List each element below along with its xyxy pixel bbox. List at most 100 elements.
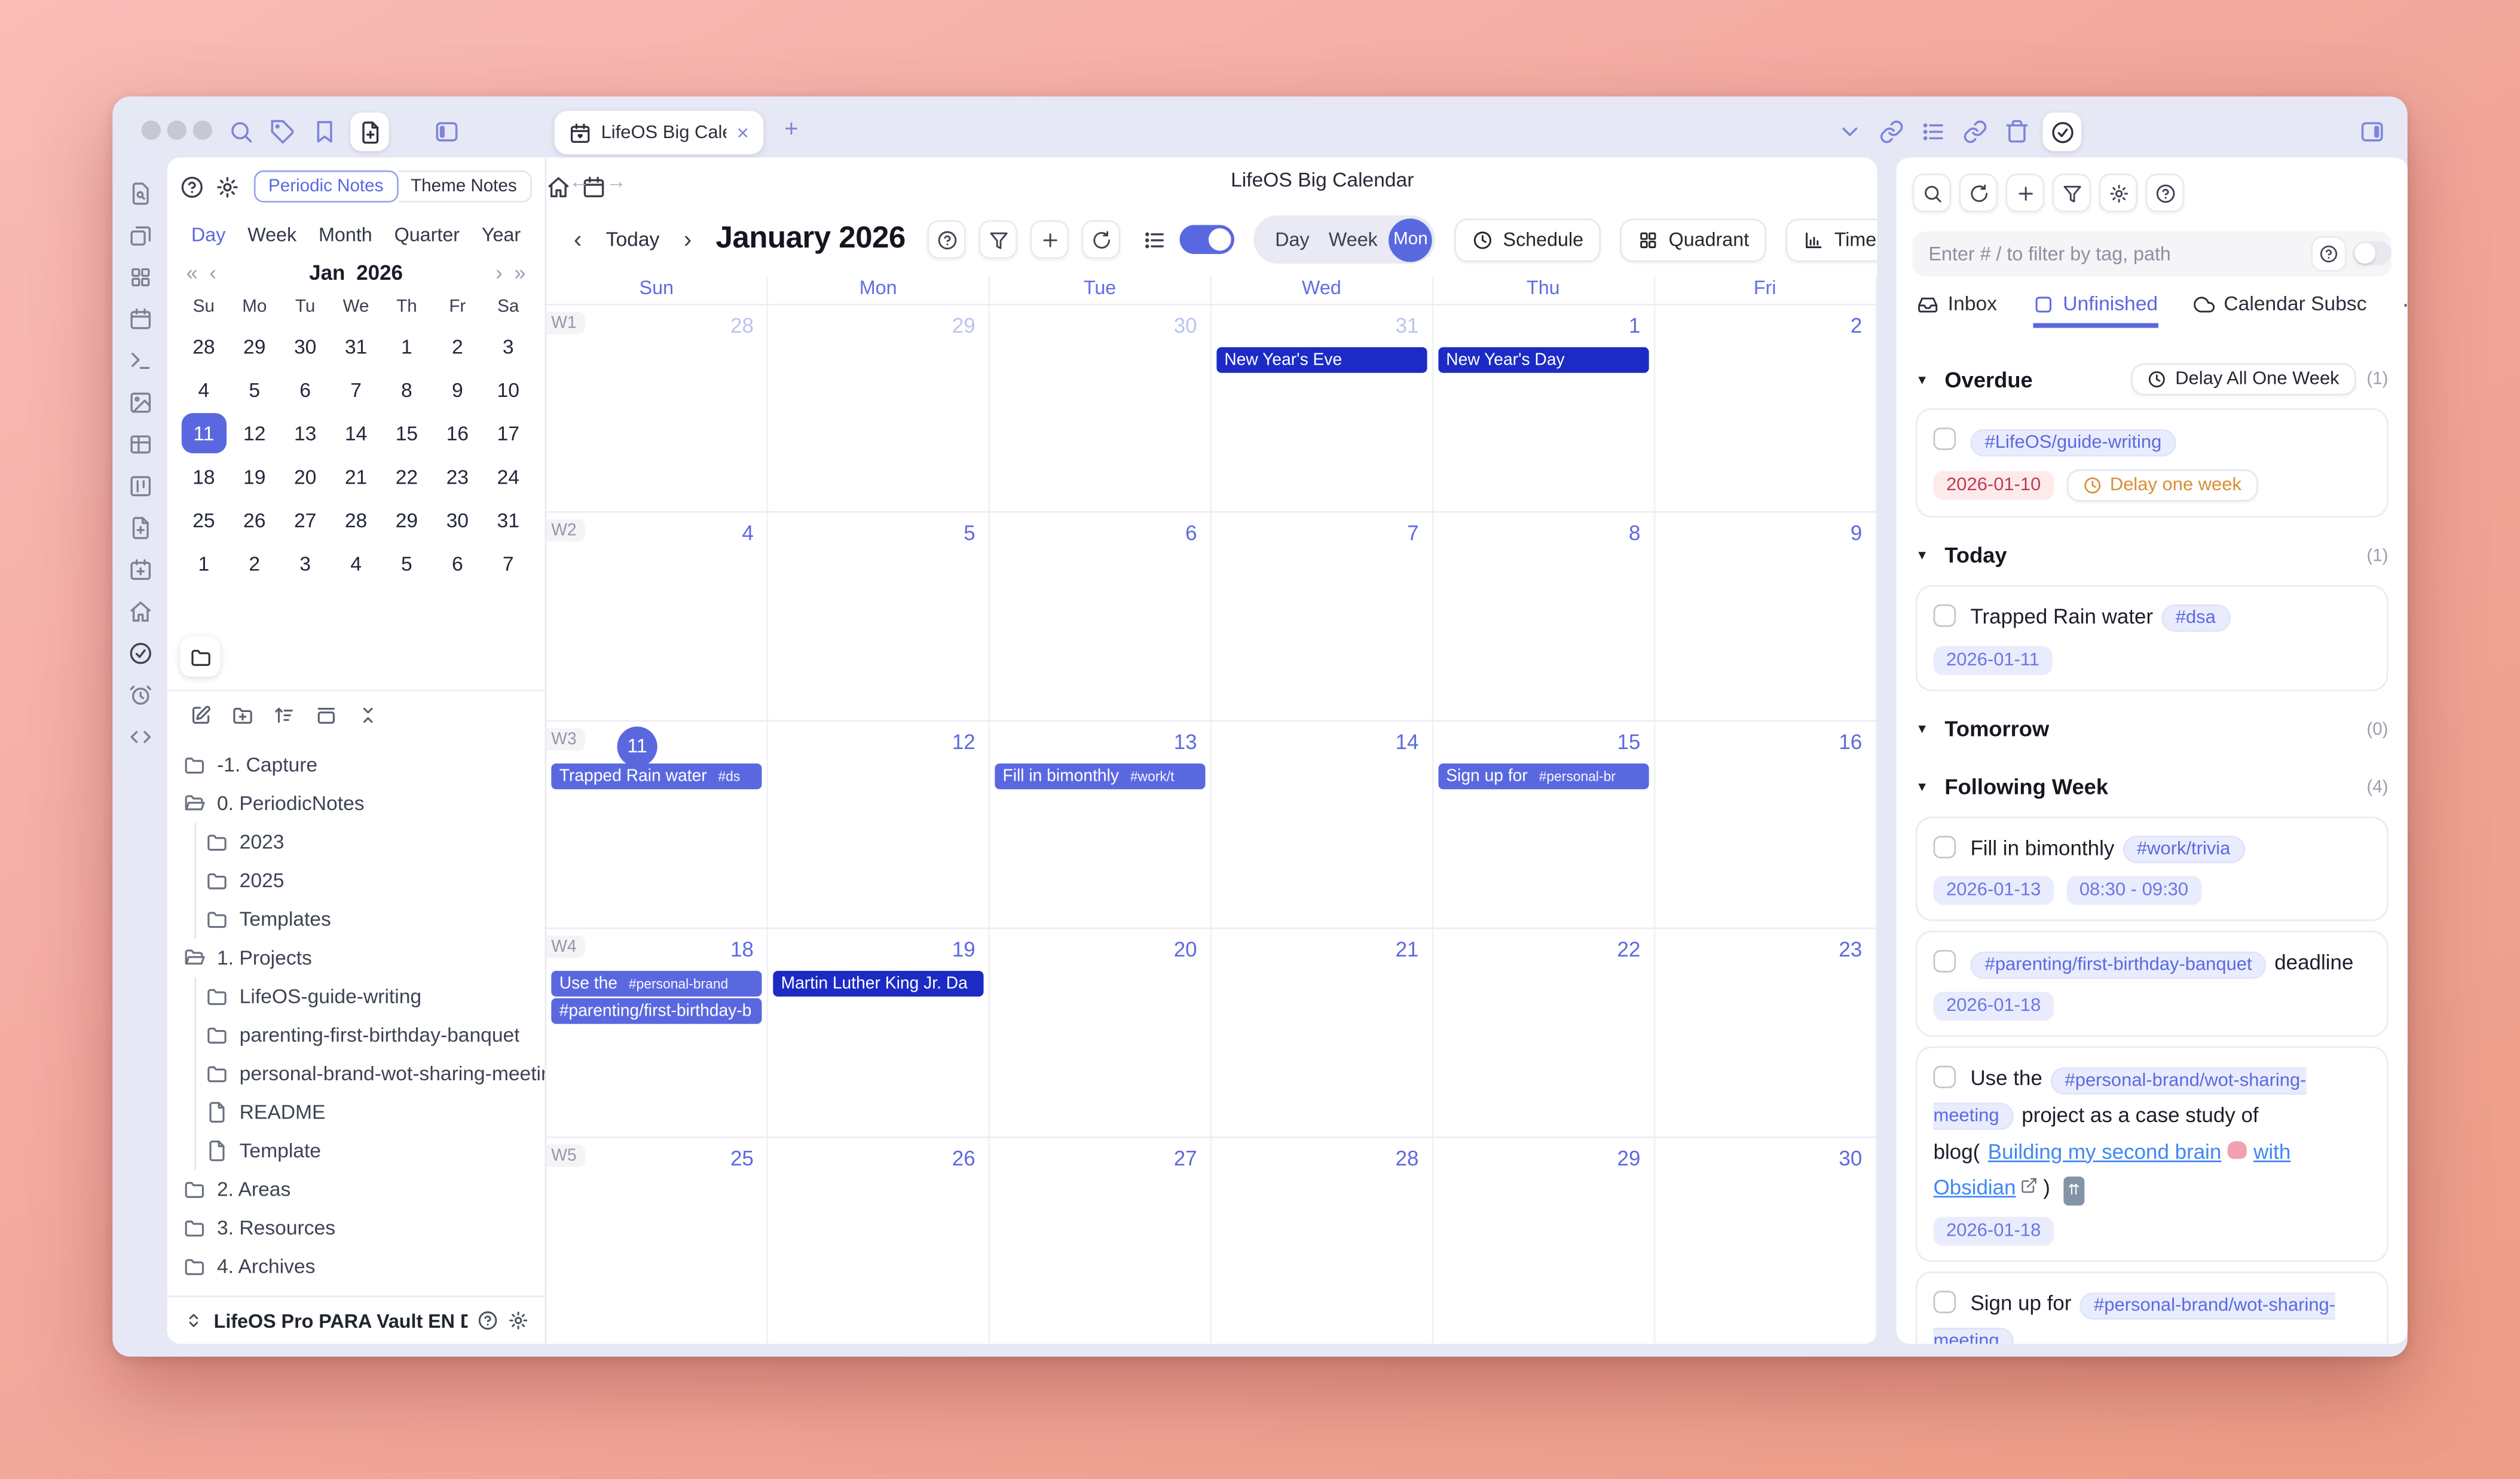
minical-day[interactable]: 6: [432, 542, 483, 585]
traffic-light-zoom-button[interactable]: [193, 121, 212, 140]
task-tag[interactable]: #LifeOS/guide-writing: [1970, 429, 2176, 456]
calendar-day-cell[interactable]: 7: [1212, 514, 1433, 720]
task-checkbox[interactable]: [1934, 604, 1956, 627]
calendar-day-cell[interactable]: W525: [546, 1138, 768, 1344]
timeline-view-button[interactable]: Timeline: [1786, 218, 1877, 261]
next-year-button[interactable]: »: [509, 259, 530, 283]
calendar-day-cell[interactable]: 1New Year's Day: [1433, 305, 1655, 512]
calendar-event[interactable]: #parenting/first-birthday-b: [551, 998, 761, 1024]
collapse-triangle-icon[interactable]: ▼: [1916, 722, 1938, 736]
task-card[interactable]: Trapped Rain water#dsa2026-01-11: [1916, 585, 2389, 690]
minical-day[interactable]: 23: [432, 455, 483, 499]
prev-month-button[interactable]: ‹: [203, 259, 224, 283]
calendar-day-cell[interactable]: 3: [1876, 305, 1877, 512]
task-help-button[interactable]: [2146, 173, 2185, 212]
calendar-day-cell[interactable]: 26: [768, 1138, 990, 1344]
vault-help-icon[interactable]: [478, 1310, 499, 1331]
right-sidebar-toggle[interactable]: [2359, 119, 2385, 145]
left-sidebar-toggle[interactable]: [434, 119, 460, 145]
calendar-event[interactable]: Sign up for#personal-br: [1438, 763, 1649, 789]
schedule-view-button[interactable]: Schedule: [1455, 218, 1601, 261]
task-link[interactable]: Building my second brain: [1988, 1139, 2222, 1163]
table-icon[interactable]: [128, 432, 152, 456]
task-card[interactable]: #parenting/first-birthday-banquetdeadlin…: [1916, 931, 2389, 1037]
minical-day[interactable]: 20: [280, 455, 331, 499]
calendar-event[interactable]: Trapped Rain water#ds: [551, 763, 761, 789]
trash-icon[interactable]: [2004, 119, 2030, 145]
new-tab-button[interactable]: +: [784, 116, 799, 143]
view-tab-day[interactable]: Day: [191, 224, 225, 246]
calendar-day-cell[interactable]: 31: [1876, 1138, 1877, 1344]
add-event-button[interactable]: [1031, 220, 1070, 259]
minical-day[interactable]: 28: [331, 499, 381, 542]
minical-day[interactable]: 25: [178, 499, 229, 542]
tree-item[interactable]: 3. Resources: [167, 1209, 545, 1248]
calendar-filter-button[interactable]: [980, 220, 1019, 259]
collapse-triangle-icon[interactable]: ▼: [1916, 780, 1938, 794]
minical-day[interactable]: 21: [331, 455, 381, 499]
date-chip[interactable]: 08:30 - 09:30: [2066, 876, 2201, 905]
task-sync-button[interactable]: [1959, 173, 1998, 212]
tree-item[interactable]: Templates: [167, 900, 545, 939]
task-search-button[interactable]: [1913, 173, 1952, 212]
minical-day[interactable]: 15: [381, 411, 432, 455]
file-search-icon[interactable]: [128, 182, 152, 206]
calendar-day-cell[interactable]: 22: [1433, 930, 1655, 1136]
next-month-button[interactable]: ›: [488, 259, 509, 283]
terminal-icon[interactable]: [128, 349, 152, 372]
date-chip[interactable]: 2026-01-18: [1934, 992, 2054, 1020]
tree-item[interactable]: Template: [167, 1132, 545, 1171]
calendar-day-cell[interactable]: 20: [990, 930, 1212, 1136]
home-rail-icon[interactable]: [128, 600, 152, 624]
task-checkbox[interactable]: [1934, 835, 1956, 858]
image-icon[interactable]: [128, 390, 152, 414]
segment-week[interactable]: Week: [1320, 228, 1386, 251]
quadrant-view-button[interactable]: Quadrant: [1620, 218, 1767, 261]
outgoing-links-icon[interactable]: [1879, 119, 1904, 145]
tree-item[interactable]: LifeOS-guide-writing: [167, 977, 545, 1016]
delay-one-week-button[interactable]: Delay one week: [2066, 469, 2258, 501]
calendar-day-cell[interactable]: 14: [1212, 722, 1433, 928]
next-period-button[interactable]: ›: [679, 226, 697, 253]
new-note-icon[interactable]: [189, 704, 212, 727]
collapse-triangle-icon[interactable]: ▼: [1916, 372, 1938, 386]
calendar-day-cell[interactable]: 28: [1212, 1138, 1433, 1344]
calendar-day-cell[interactable]: 30: [1655, 1138, 1877, 1344]
calendar-day-cell[interactable]: 21: [1212, 930, 1433, 1136]
minical-day[interactable]: 1: [178, 542, 229, 585]
calendar-event[interactable]: Use the#personal-brand: [551, 971, 761, 997]
calendar-day-cell[interactable]: 23: [1655, 930, 1877, 1136]
minical-day[interactable]: 13: [280, 411, 331, 455]
sort-icon[interactable]: [273, 704, 296, 727]
global-search-icon[interactable]: [228, 119, 254, 145]
overdue-date-chip[interactable]: 2026-01-10: [1934, 470, 2054, 499]
minical-day[interactable]: 17: [483, 411, 534, 455]
tab-unfinished[interactable]: Unfinished: [2032, 292, 2158, 328]
minical-day[interactable]: 10: [483, 368, 534, 412]
outline-icon[interactable]: [1920, 119, 1946, 145]
code-icon[interactable]: [128, 725, 152, 749]
calendar-event[interactable]: Martin Luther King Jr. Da: [773, 971, 983, 997]
tab-theme-notes[interactable]: Theme Notes: [398, 170, 531, 203]
calendar-day-cell[interactable]: W418Use the#personal-brand#parenting/fir…: [546, 930, 768, 1136]
date-chip[interactable]: 2026-01-11: [1934, 646, 2053, 674]
minical-day[interactable]: 28: [178, 325, 229, 368]
task-card[interactable]: Use the#personal-brand/wot-sharing-meeti…: [1916, 1046, 2389, 1261]
minical-day[interactable]: 4: [178, 368, 229, 412]
minical-day[interactable]: 16: [432, 411, 483, 455]
calendar-day-cell[interactable]: 16: [1655, 722, 1877, 928]
new-file-rail-icon[interactable]: [128, 516, 152, 540]
minical-day[interactable]: 3: [483, 325, 534, 368]
segment-day[interactable]: Day: [1267, 228, 1317, 251]
view-tab-quarter[interactable]: Quarter: [394, 224, 460, 246]
minical-day[interactable]: 8: [381, 368, 432, 412]
calendar-day-cell[interactable]: 27: [990, 1138, 1212, 1344]
tree-item[interactable]: 2. Areas: [167, 1170, 545, 1209]
tabs-overflow-button[interactable]: ⋯: [2402, 292, 2408, 318]
kanban-rail-icon[interactable]: [128, 474, 152, 498]
task-checkbox[interactable]: [1934, 427, 1956, 450]
calendar-day-cell[interactable]: 24: [1876, 930, 1877, 1136]
backlinks-icon[interactable]: [1962, 119, 1988, 145]
prev-period-button[interactable]: ‹: [569, 226, 587, 253]
minical-day[interactable]: 30: [280, 325, 331, 368]
